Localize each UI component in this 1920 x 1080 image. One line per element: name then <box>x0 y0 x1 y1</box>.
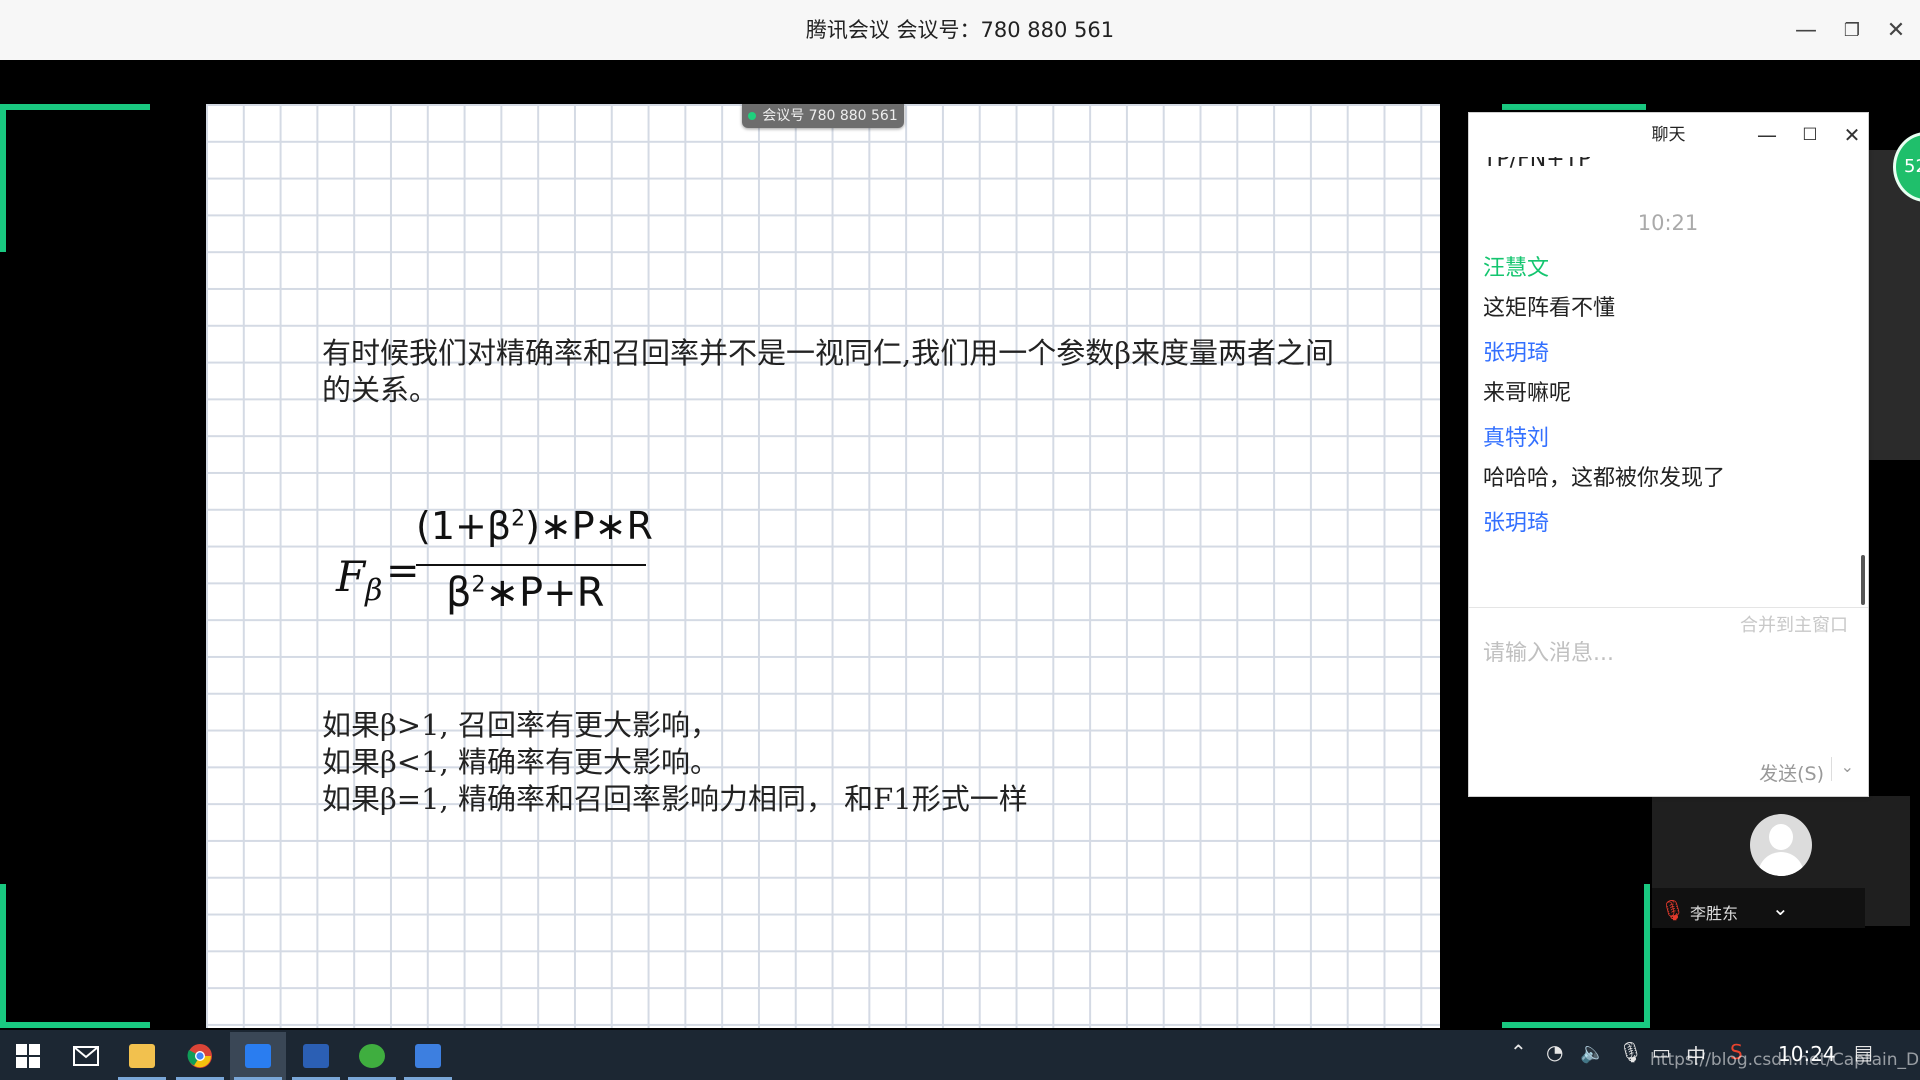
chat-sender[interactable]: 张玥琦 <box>1483 504 1549 544</box>
formula-denominator: β2∗P+R <box>446 570 605 616</box>
formula-numerator: (1+β2)∗P∗R <box>416 504 653 548</box>
start-windows-icon[interactable] <box>0 1032 56 1080</box>
chat-sender[interactable]: 张玥琦 <box>1483 334 1571 374</box>
minimize-button[interactable]: — <box>1786 10 1826 50</box>
chat-scrollbar[interactable] <box>1861 555 1865 605</box>
chrome-icon[interactable] <box>172 1032 228 1080</box>
meeting-id-tag[interactable]: 会议号 780 880 561 <box>742 104 904 128</box>
speaker-frame-bottom-right <box>1502 884 1650 1028</box>
chat-sender[interactable]: 真特刘 <box>1483 419 1725 459</box>
send-button[interactable]: 发送(S) <box>1759 759 1824 786</box>
speaker-frame-bottom-left <box>0 884 150 1028</box>
condition-line: 如果β<1, 精确率有更大影响。 <box>322 745 719 779</box>
formula-lhs: Fβ <box>336 552 383 609</box>
close-button[interactable]: ✕ <box>1876 10 1916 50</box>
chat-divider <box>1469 607 1868 608</box>
chat-close-button[interactable]: ✕ <box>1837 120 1867 150</box>
chevron-down-icon[interactable]: ⌄ <box>1772 896 1789 920</box>
shared-slide: 有时候我们对精确率和召回率并不是一视同仁,我们用一个参数β来度量两者之间的关系。… <box>206 104 1440 1028</box>
chat-message-input[interactable] <box>1483 641 1843 666</box>
speaker-frame-top-left <box>0 104 150 252</box>
mic-tray-icon[interactable]: 🎙 <box>1618 1040 1643 1064</box>
avatar-head <box>1769 824 1793 850</box>
chat-message: 张玥琦 hh <box>1483 504 1549 557</box>
chat-sender[interactable]: 汪慧文 <box>1483 249 1615 289</box>
url-watermark: https://blog.csdn.net/Captain_DUDU <box>1650 1050 1920 1070</box>
mic-muted-icon: 🎙 <box>1660 898 1686 922</box>
tencent-meeting-icon[interactable] <box>230 1032 286 1080</box>
condition-line: 如果β>1, 召回率有更大影响， <box>322 708 719 742</box>
merge-to-main-link[interactable]: 合并到主窗口 <box>1740 611 1848 637</box>
send-options-chevron-icon[interactable]: ⌄ <box>1841 757 1854 776</box>
condition-line: 如果β=1, 精确率和召回率影响力相同， 和F1形式一样 <box>322 782 1028 816</box>
chat-minimize-button[interactable]: — <box>1752 120 1782 150</box>
chat-text: 哈哈哈，这都被你发现了 <box>1483 466 1726 491</box>
show-hidden-icons-icon[interactable]: ⌃ <box>1510 1040 1527 1064</box>
send-divider <box>1831 757 1832 781</box>
title-bar: 腾讯会议 会议号：780 880 561 — ❐ ✕ <box>0 0 1920 60</box>
avatar <box>1750 814 1812 876</box>
mail-icon[interactable] <box>58 1032 114 1080</box>
restore-button[interactable]: ❐ <box>1832 10 1872 50</box>
chat-maximize-button[interactable]: ☐ <box>1795 120 1825 150</box>
chat-timestamp: 10:21 <box>1637 211 1699 235</box>
wifi-icon[interactable]: ◔ <box>1546 1040 1563 1064</box>
slide-paragraph: 有时候我们对精确率和召回率并不是一视同仁,我们用一个参数β来度量两者之间的关系。 <box>322 336 1334 407</box>
chat-window: 聊天 — ☐ ✕ TP/FN+TP 10:21 汪慧文 这矩阵看不懂 张玥琦 来… <box>1468 112 1869 797</box>
participant-name: 李胜东 <box>1690 904 1739 923</box>
slide-conditions: 如果β>1, 召回率有更大影响， 如果β<1, 精确率有更大影响。 如果β=1,… <box>322 707 1028 818</box>
chat-header: 聊天 — ☐ ✕ <box>1469 113 1868 157</box>
window-title: 腾讯会议 会议号：780 880 561 <box>805 18 1115 42</box>
formula-equals: = <box>386 548 420 594</box>
avatar-body <box>1758 852 1804 876</box>
f-beta-formula: Fβ = (1+β2)∗P∗R β2∗P+R <box>336 504 676 644</box>
chat-message: 真特刘 哈哈哈，这都被你发现了 <box>1483 419 1725 499</box>
volume-icon[interactable]: 🔈 <box>1580 1040 1605 1064</box>
chat-text: 这矩阵看不懂 <box>1483 296 1616 321</box>
chat-message: 张玥琦 来哥嘛呢 <box>1483 334 1571 414</box>
chat-message-list[interactable]: TP/FN+TP 10:21 汪慧文 这矩阵看不懂 张玥琦 来哥嘛呢 真特刘 哈… <box>1483 157 1843 557</box>
word-icon[interactable] <box>288 1032 344 1080</box>
file-explorer-icon[interactable] <box>114 1032 170 1080</box>
screenshot-tool-icon[interactable] <box>400 1032 456 1080</box>
live-dot-icon <box>748 112 757 120</box>
chat-message: 汪慧文 这矩阵看不懂 <box>1483 249 1615 329</box>
meeting-id-label: 会议号 780 880 561 <box>762 108 898 124</box>
chat-text: 来哥嘛呢 <box>1483 381 1572 406</box>
partial-message: TP/FN+TP <box>1483 157 1592 172</box>
wechat-icon[interactable] <box>344 1032 400 1080</box>
fraction-bar <box>416 564 646 566</box>
chat-text: hh <box>1483 548 1549 557</box>
